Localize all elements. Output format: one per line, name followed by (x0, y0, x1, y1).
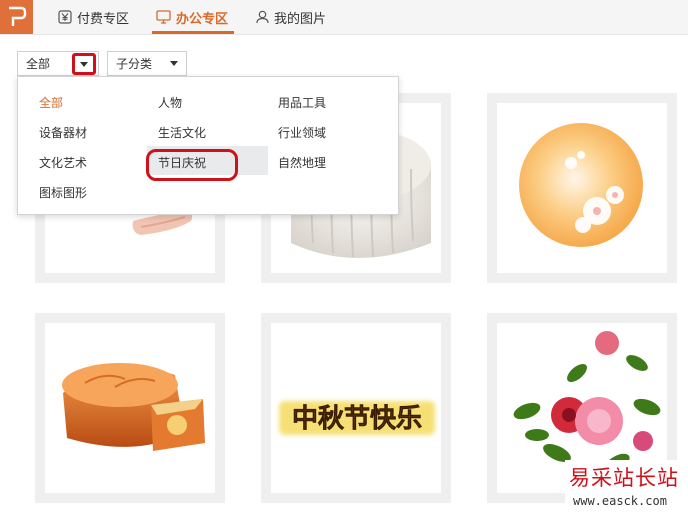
annotation-circle (146, 149, 238, 181)
tab-paid[interactable]: 付费专区 (58, 0, 129, 34)
chevron-down-icon (170, 61, 178, 66)
mid-autumn-text-image: 中秋节快乐 (271, 323, 441, 493)
top-bar: 付费专区 办公专区 我的图片 (0, 0, 688, 35)
subcategory-select[interactable]: 子分类 (107, 51, 187, 76)
watermark-title: 易采站长站 (569, 466, 679, 490)
user-icon (256, 10, 269, 24)
gallery-item[interactable]: 中秋节快乐 (261, 313, 451, 503)
tab-my-images[interactable]: 我的图片 (256, 0, 326, 34)
category-dropdown-menu: 全部 人物 用品工具 设备器材 生活文化 行业领域 文化艺术 节日庆祝 自然地理… (17, 76, 399, 215)
watermark-url: www.easck.com (573, 494, 667, 508)
logo-icon (9, 6, 27, 26)
tab-office-label: 办公专区 (176, 11, 229, 27)
orange-flower-orb-image (497, 103, 667, 273)
site-watermark: 易采站长站 www.easck.com (565, 460, 688, 516)
menu-item-life-culture[interactable]: 生活文化 (158, 124, 206, 141)
monitor-icon (156, 10, 171, 24)
gallery-item[interactable] (487, 93, 677, 283)
menu-item-equipment[interactable]: 设备器材 (39, 124, 87, 141)
subcategory-select-value: 子分类 (116, 57, 153, 71)
menu-item-people[interactable]: 人物 (158, 94, 182, 111)
tab-office[interactable]: 办公专区 (156, 0, 228, 34)
menu-item-industry[interactable]: 行业领域 (278, 124, 326, 141)
category-dropdown-button[interactable] (72, 53, 96, 75)
menu-item-culture-art[interactable]: 文化艺术 (39, 154, 87, 171)
tab-my-images-label: 我的图片 (274, 11, 327, 27)
mooncake-image (45, 323, 215, 493)
yen-icon (58, 10, 72, 24)
app-logo[interactable] (0, 0, 33, 34)
chevron-down-icon (80, 62, 88, 67)
gallery-item[interactable] (35, 313, 225, 503)
gallery-image-text: 中秋节快乐 (292, 404, 422, 434)
category-select-value: 全部 (26, 57, 51, 71)
tab-paid-label: 付费专区 (77, 11, 130, 27)
active-tab-indicator (152, 31, 234, 34)
menu-item-all[interactable]: 全部 (39, 94, 63, 111)
menu-item-nature-geography[interactable]: 自然地理 (278, 154, 326, 171)
menu-item-tools[interactable]: 用品工具 (278, 94, 326, 111)
menu-item-icons[interactable]: 图标图形 (39, 184, 87, 201)
